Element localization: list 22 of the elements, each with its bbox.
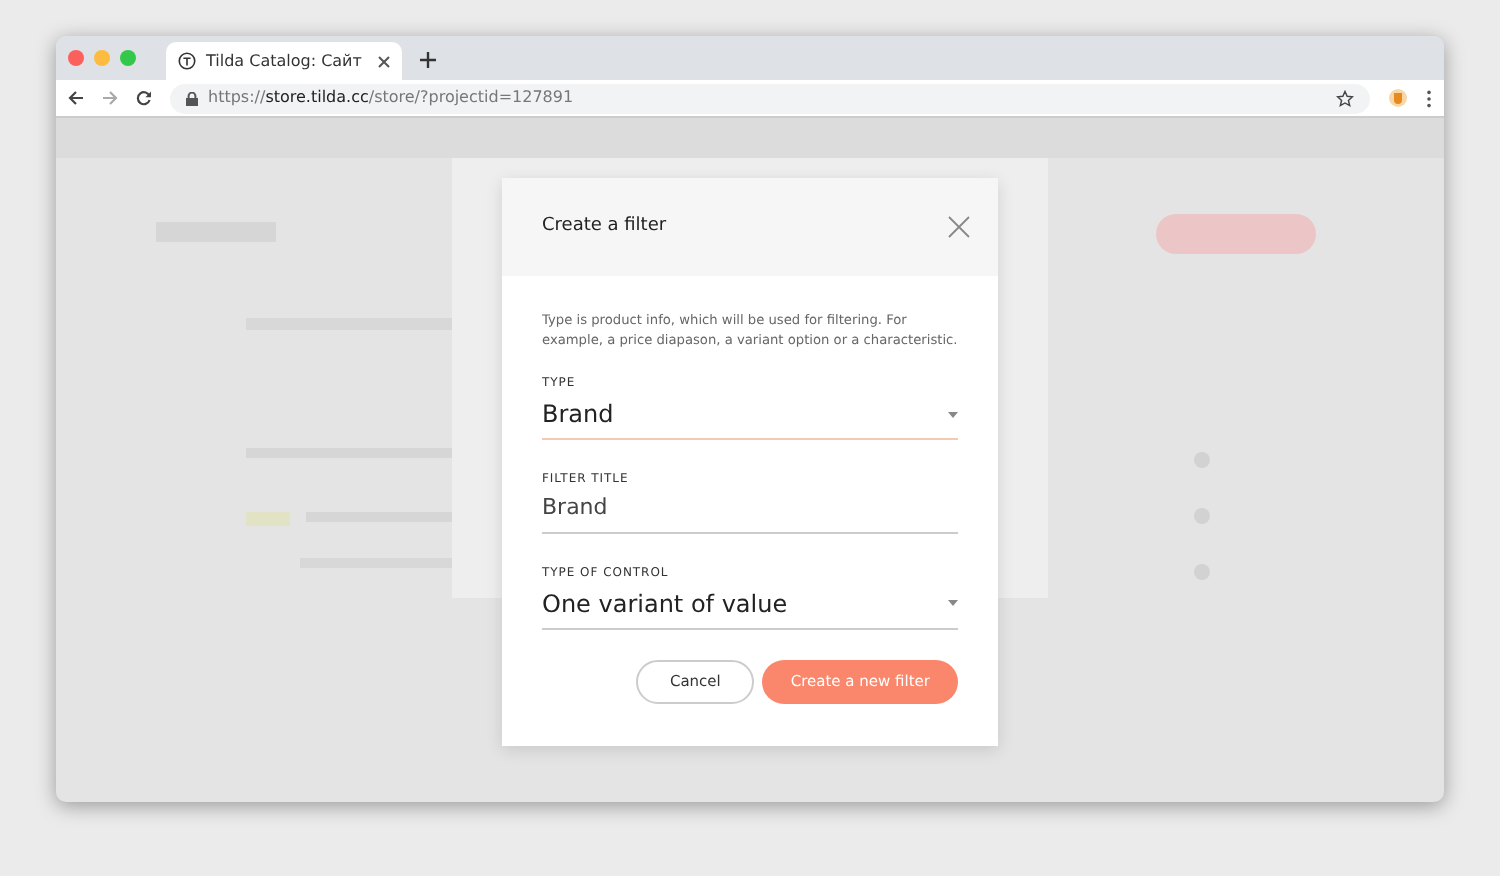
minimize-dot[interactable] bbox=[94, 50, 110, 66]
close-icon[interactable] bbox=[378, 55, 390, 67]
star-icon[interactable] bbox=[1336, 89, 1354, 107]
extension-icon[interactable] bbox=[1388, 88, 1408, 108]
site-logo-icon bbox=[178, 52, 196, 70]
caret-icon bbox=[948, 411, 958, 418]
url-text: https://store.tilda.cc/store/?projectid=127891 bbox=[208, 86, 576, 110]
close-dot[interactable] bbox=[68, 50, 84, 66]
lock-icon bbox=[186, 91, 198, 105]
reload-icon[interactable] bbox=[136, 90, 152, 106]
new-tab-icon[interactable] bbox=[420, 52, 436, 68]
back-icon[interactable] bbox=[68, 90, 84, 106]
dialog-title: Create a filter bbox=[542, 213, 667, 240]
select-field[interactable]: Brand bbox=[542, 396, 958, 441]
select-field[interactable]: One variant of value bbox=[542, 585, 958, 630]
browser-tab[interactable]: Tilda Catalog: Сайт bbox=[166, 42, 402, 80]
maximize-dot[interactable] bbox=[120, 50, 136, 66]
input-field[interactable]: Brand bbox=[542, 492, 958, 534]
close-icon[interactable] bbox=[948, 216, 970, 238]
menu-icon[interactable] bbox=[1426, 89, 1432, 107]
address-bar[interactable]: https://store.tilda.cc/store/?projectid=127891 bbox=[170, 83, 1370, 113]
tab-title: Tilda Catalog: Сайт bbox=[206, 49, 364, 73]
